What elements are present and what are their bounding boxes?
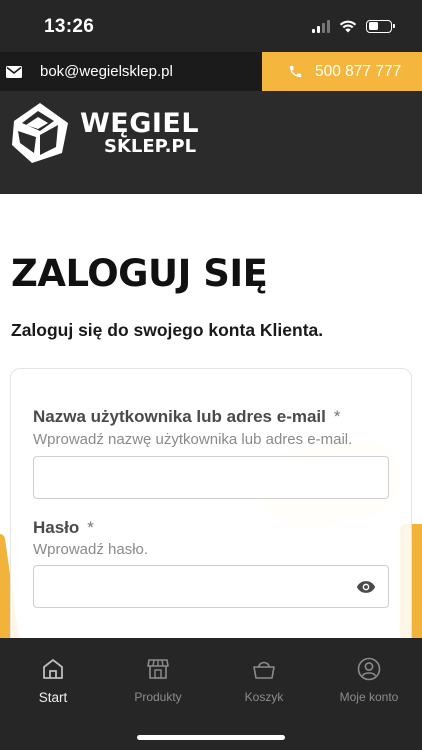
- tab-start[interactable]: Start: [3, 656, 103, 705]
- tab-moje-konto[interactable]: Moje konto: [319, 656, 419, 704]
- coal-logo-icon: [12, 103, 68, 163]
- logo-wordmark: WĘGIEL SKLEP.PL: [80, 110, 199, 156]
- contact-bar: bok@wegielsklep.pl 500 877 777: [0, 52, 422, 91]
- password-label-text: Hasło: [33, 518, 80, 537]
- bottom-tab-bar: Start Produkty Koszyk Moje konto: [0, 638, 422, 750]
- login-form-card: Nazwa użytkownika lub adres e-mail * Wpro…: [10, 368, 412, 638]
- cellular-signal-icon: [312, 19, 330, 33]
- contact-email-text: bok@wegielsklep.pl: [40, 63, 173, 80]
- status-time: 13:26: [44, 16, 95, 37]
- tab-label: Start: [38, 690, 68, 705]
- password-hint: Wprowadź hasło.: [33, 541, 149, 558]
- username-label: Nazwa użytkownika lub adres e-mail *: [33, 407, 341, 427]
- logo-line2: SKLEP.PL: [104, 136, 197, 157]
- contact-email-link[interactable]: bok@wegielsklep.pl: [0, 52, 262, 91]
- basket-icon: [253, 661, 275, 679]
- tab-label: Moje konto: [339, 690, 399, 704]
- eye-icon[interactable]: [356, 579, 376, 595]
- username-hint: Wprowadź nazwę użytkownika lub adres e-m…: [33, 431, 353, 448]
- tab-produkty[interactable]: Produkty: [108, 656, 208, 704]
- page-title: ZALOGUJ SIĘ: [11, 252, 268, 295]
- page-subtitle: Zaloguj się do swojego konta Klienta.: [11, 320, 324, 340]
- tab-koszyk[interactable]: Koszyk: [214, 656, 314, 704]
- tab-label: Koszyk: [244, 690, 284, 704]
- contact-phone-text: 500 877 777: [315, 62, 402, 80]
- contact-phone-link[interactable]: 500 877 777: [262, 52, 422, 91]
- password-label: Hasło *: [33, 518, 94, 538]
- tab-label: Produkty: [134, 690, 182, 704]
- battery-icon: [366, 19, 395, 33]
- store-icon: [147, 659, 169, 679]
- wifi-icon: [339, 20, 357, 33]
- status-icons: [312, 19, 395, 33]
- status-bar: 13:26: [0, 0, 422, 52]
- required-marker: *: [333, 407, 341, 426]
- site-header: WĘGIEL SKLEP.PL: [0, 91, 422, 194]
- phone-icon: [289, 65, 302, 78]
- home-icon: [43, 659, 63, 679]
- home-indicator: [137, 735, 285, 740]
- username-input[interactable]: [33, 456, 389, 499]
- password-input[interactable]: [33, 565, 389, 608]
- username-label-text: Nazwa użytkownika lub adres e-mail: [33, 407, 326, 426]
- user-icon: [357, 657, 381, 681]
- site-logo[interactable]: WĘGIEL SKLEP.PL: [10, 101, 199, 165]
- logo-line1: WĘGIEL: [80, 108, 200, 139]
- required-marker: *: [87, 518, 94, 537]
- main-content: ZALOGUJ SIĘ Zaloguj się do swojego konta…: [0, 194, 422, 638]
- envelope-icon: [6, 65, 22, 78]
